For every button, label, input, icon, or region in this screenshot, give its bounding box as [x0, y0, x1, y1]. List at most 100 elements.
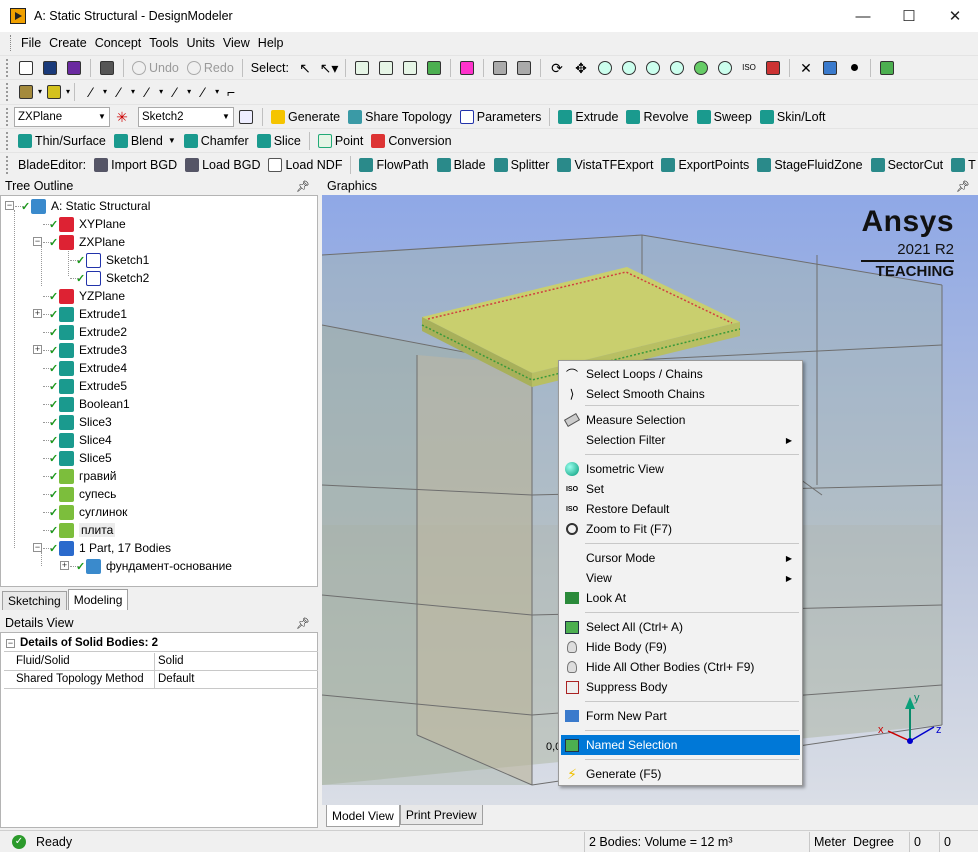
tree-body-plate[interactable]: ✓ плита: [37, 521, 116, 539]
import-bgd-button[interactable]: Import BGD: [90, 155, 181, 175]
redo-button[interactable]: Redo: [183, 58, 238, 78]
pin-icon[interactable]: 📌︎: [296, 180, 310, 193]
context-menu-item-suppress-body[interactable]: Suppress Body: [561, 677, 800, 697]
box-select-icon[interactable]: [489, 58, 511, 78]
overflow-button[interactable]: T: [947, 155, 978, 175]
magnifier-icon[interactable]: [714, 58, 736, 78]
collapse-icon[interactable]: −: [6, 638, 15, 648]
tree-slice4[interactable]: ✓ Slice4: [37, 431, 112, 449]
edge-colors-icon[interactable]: [43, 82, 65, 102]
thin-surface-button[interactable]: Thin/Surface: [14, 131, 110, 151]
context-menu-item-measure-selection[interactable]: Measure Selection: [561, 410, 800, 430]
context-menu-item-form-new-part[interactable]: Form New Part: [561, 706, 800, 726]
select-mode-icon[interactable]: ↖: [294, 58, 316, 78]
menu-help[interactable]: Help: [254, 36, 288, 50]
select-point-icon[interactable]: [351, 58, 373, 78]
expand-icon[interactable]: +: [60, 561, 69, 570]
plane-select[interactable]: ZXPlane ▼: [14, 106, 110, 127]
line-style-2-icon[interactable]: ⁄: [108, 82, 130, 102]
collapse-icon[interactable]: −: [5, 201, 14, 210]
box-select-2-icon[interactable]: [513, 58, 535, 78]
point-button[interactable]: Point: [314, 131, 368, 151]
zoom-fit-icon[interactable]: [666, 58, 688, 78]
slice-button[interactable]: Slice: [253, 131, 305, 151]
details-row[interactable]: Shared Topology Method Default: [4, 671, 318, 689]
context-menu-item-hide-all-other-bodies-ctrl-f9[interactable]: Hide All Other Bodies (Ctrl+ F9): [561, 657, 800, 677]
context-menu-item-named-selection[interactable]: Named Selection: [561, 735, 800, 755]
tree-sketch1[interactable]: ✓ Sketch1: [64, 251, 149, 269]
look-at-icon[interactable]: [876, 58, 898, 78]
display-point-icon[interactable]: [843, 58, 865, 78]
save-as-icon[interactable]: [63, 58, 85, 78]
zoom-in-icon[interactable]: [618, 58, 640, 78]
extrude-button[interactable]: Extrude: [554, 107, 622, 127]
chamfer-button[interactable]: Chamfer: [180, 131, 253, 151]
sweep-button[interactable]: Sweep: [693, 107, 756, 127]
tree-yzplane[interactable]: ✓ YZPlane: [37, 287, 125, 305]
load-ndf-button[interactable]: Load NDF: [264, 155, 346, 175]
menu-tools[interactable]: Tools: [145, 36, 182, 50]
new-icon[interactable]: [15, 58, 37, 78]
new-plane-icon[interactable]: ✳: [111, 107, 133, 127]
undo-button[interactable]: Undo: [128, 58, 183, 78]
iso-view-icon[interactable]: ISO: [738, 58, 760, 78]
tree-body-loam[interactable]: ✓ суглинок: [37, 503, 127, 521]
graphics-options-icon[interactable]: [15, 82, 37, 102]
context-menu-item-hide-body-f9[interactable]: Hide Body (F9): [561, 637, 800, 657]
ruler-icon[interactable]: ⌐: [220, 82, 242, 102]
expand-icon[interactable]: +: [33, 309, 42, 318]
tree-zxplane[interactable]: − ✓ ZXPlane: [33, 233, 125, 251]
toolbar-grip[interactable]: [6, 82, 10, 101]
context-menu-item-select-all-ctrl-a[interactable]: Select All (Ctrl+ A): [561, 617, 800, 637]
details-row[interactable]: Fluid/Solid Solid: [4, 653, 318, 671]
maximize-button[interactable]: ☐: [886, 0, 932, 32]
tree-part[interactable]: − ✓ 1 Part, 17 Bodies: [33, 539, 171, 557]
tab-modeling[interactable]: Modeling: [67, 589, 129, 610]
screenshot-icon[interactable]: [96, 58, 118, 78]
collapse-icon[interactable]: −: [33, 237, 42, 246]
tab-print-preview[interactable]: Print Preview: [399, 805, 483, 825]
toolbar-grip[interactable]: [6, 58, 10, 77]
pin-icon[interactable]: 📌︎: [956, 180, 970, 193]
export-points-button[interactable]: ExportPoints: [657, 155, 753, 175]
select-body-icon[interactable]: [423, 58, 445, 78]
splitter-button[interactable]: Splitter: [490, 155, 554, 175]
skin-loft-button[interactable]: Skin/Loft: [756, 107, 830, 127]
tab-sketching[interactable]: Sketching: [2, 591, 67, 610]
close-button[interactable]: ✕: [932, 0, 978, 32]
select-edge-icon[interactable]: [375, 58, 397, 78]
share-topology-button[interactable]: Share Topology: [344, 107, 456, 127]
menu-file[interactable]: File: [17, 36, 45, 50]
tree-xyplane[interactable]: ✓ XYPlane: [37, 215, 126, 233]
context-menu-item-restore-default[interactable]: ISO Restore Default: [561, 499, 800, 519]
menubar-grip[interactable]: [10, 35, 13, 51]
flowpath-button[interactable]: FlowPath: [355, 155, 432, 175]
parameters-button[interactable]: Parameters: [456, 107, 546, 127]
zoom-icon[interactable]: [594, 58, 616, 78]
stage-fluid-zone-button[interactable]: StageFluidZone: [753, 155, 866, 175]
conversion-button[interactable]: Conversion: [367, 131, 455, 151]
display-edges-icon[interactable]: [762, 58, 784, 78]
pin-icon[interactable]: 📌︎: [296, 617, 310, 630]
context-menu-item-select-smooth-chains[interactable]: ⟩ Select Smooth Chains: [561, 384, 800, 404]
context-menu-item-cursor-mode[interactable]: Cursor Mode ▶: [561, 548, 800, 568]
extend-selection-icon[interactable]: [456, 58, 478, 78]
context-menu-item-selection-filter[interactable]: Selection Filter ▶: [561, 430, 800, 450]
toolbar-grip[interactable]: [6, 131, 10, 150]
collapse-icon[interactable]: −: [33, 543, 42, 552]
expand-icon[interactable]: +: [33, 345, 42, 354]
tree-slice3[interactable]: ✓ Slice3: [37, 413, 112, 431]
new-sketch-icon[interactable]: [235, 107, 257, 127]
details-group-header[interactable]: − Details of Solid Bodies: 2: [4, 635, 318, 652]
tree-extrude5[interactable]: ✓ Extrude5: [37, 377, 127, 395]
tree-extrude3[interactable]: + ✓ Extrude3: [33, 341, 127, 359]
tree-extrude1[interactable]: + ✓ Extrude1: [33, 305, 127, 323]
context-menu-item-set[interactable]: ISO Set: [561, 479, 800, 499]
pan-icon[interactable]: ✥: [570, 58, 592, 78]
line-style-4-icon[interactable]: ⁄: [164, 82, 186, 102]
tree-extrude2[interactable]: ✓ Extrude2: [37, 323, 127, 341]
vistatf-export-button[interactable]: VistaTFExport: [553, 155, 657, 175]
menu-create[interactable]: Create: [45, 36, 91, 50]
tree-body-sandy-loam[interactable]: ✓ супесь: [37, 485, 116, 503]
load-bgd-button[interactable]: Load BGD: [181, 155, 264, 175]
